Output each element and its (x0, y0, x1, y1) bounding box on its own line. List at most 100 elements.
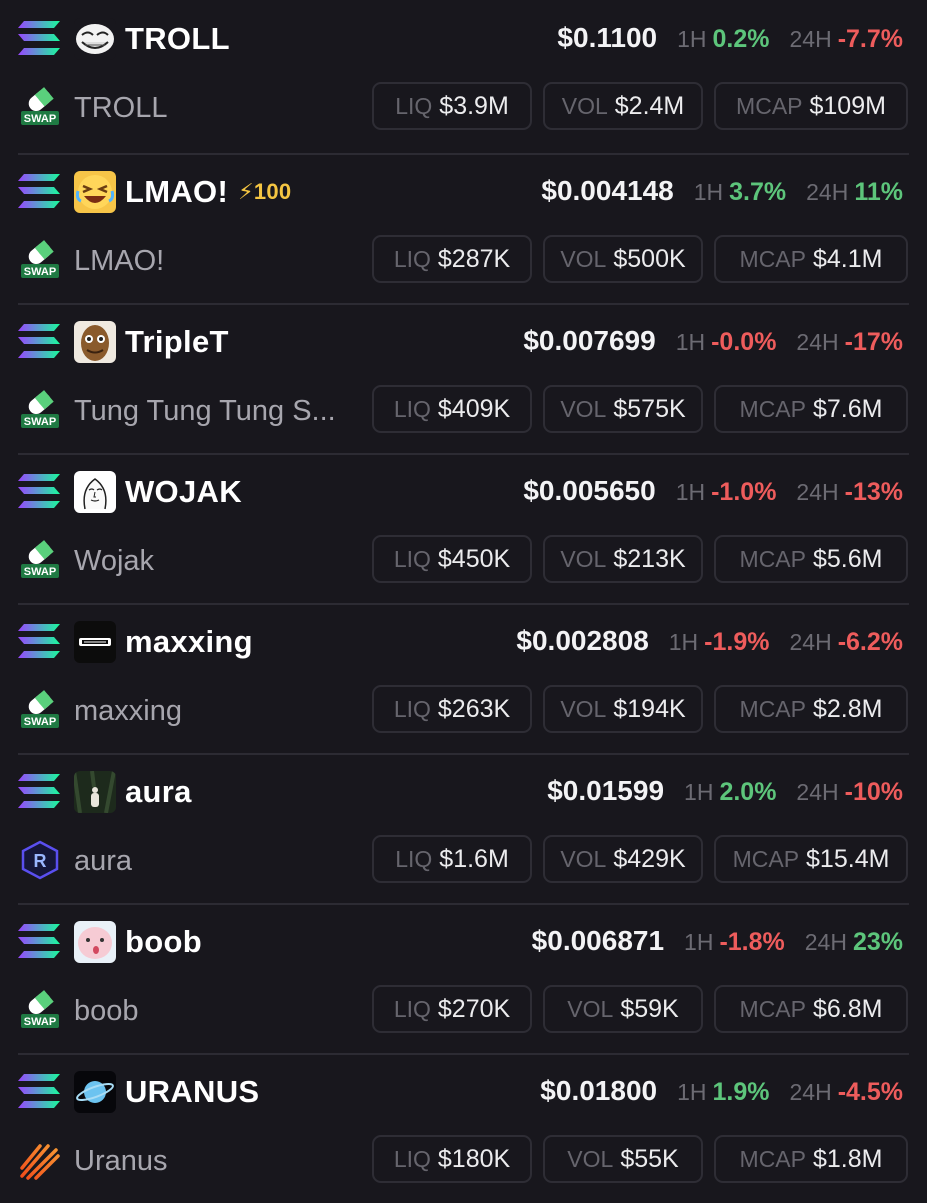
change-24h-label: 24H (789, 26, 832, 52)
liquidity-pill[interactable]: LIQ $450K (372, 535, 532, 583)
liq-value: $450K (437, 544, 511, 573)
change-1h-label: 1H (675, 329, 706, 355)
change-1h-label: 1H (677, 1079, 707, 1105)
mcap-label: MCAP (739, 395, 806, 422)
liq-value: $409K (437, 394, 511, 423)
solana-icon (18, 924, 62, 958)
stats-pills: LIQ $450K VOL $213K MCAP $5.6M (372, 535, 908, 583)
token-row[interactable]: TripleT $0.007699 1H -0.0% 24H -17% SWAP… (0, 303, 927, 453)
token-row[interactable]: LMAO! ⚡100 $0.004148 1H 3.7% 24H 11% SWAP… (0, 153, 927, 303)
vol-label: VOL (567, 1145, 614, 1172)
liquidity-pill[interactable]: LIQ $1.6M (372, 835, 532, 883)
token-symbol: aura (125, 774, 192, 809)
mcap-value: $6.8M (812, 994, 883, 1023)
price-line: $0.006871 1H -1.8% 24H 23% (532, 921, 903, 962)
volume-pill[interactable]: VOL $2.4M (543, 82, 703, 130)
market-cap-pill[interactable]: MCAP $109M (714, 82, 908, 130)
vol-label: VOL (560, 545, 607, 572)
vol-label: VOL (560, 845, 607, 872)
maxxing-logo-icon (74, 621, 116, 663)
mcap-label: MCAP (732, 845, 800, 872)
stats-pills: LIQ $409K VOL $575K MCAP $7.6M (372, 385, 908, 433)
change-24h-label: 24H (789, 1079, 832, 1105)
wooden-figure-icon (74, 321, 116, 363)
change-24h-value: -4.5% (837, 1078, 903, 1106)
mcap-label: MCAP (739, 695, 806, 722)
swap-badge-text: SWAP (24, 566, 56, 578)
swap-badge-text: SWAP (24, 1016, 56, 1028)
meteora-icon (18, 1140, 62, 1180)
swap-badge-text: SWAP (24, 113, 56, 125)
token-symbol: LMAO! (125, 174, 229, 209)
pumpswap-icon: SWAP (18, 540, 62, 580)
change-1h-value: -1.0% (711, 478, 777, 506)
stats-pills: LIQ $3.9M VOL $2.4M MCAP $109M (372, 82, 908, 130)
vol-label: VOL (560, 245, 607, 272)
pink-face-icon (74, 921, 116, 963)
stats-pills: LIQ $180K VOL $55K MCAP $1.8M (372, 1135, 908, 1183)
volume-pill[interactable]: VOL $194K (543, 685, 703, 733)
market-cap-pill[interactable]: MCAP $1.8M (714, 1135, 908, 1183)
liquidity-pill[interactable]: LIQ $3.9M (372, 82, 532, 130)
liquidity-pill[interactable]: LIQ $287K (372, 235, 532, 283)
change-1h-value: -1.8% (719, 928, 785, 956)
change-24h-label: 24H (796, 779, 839, 805)
volume-pill[interactable]: VOL $213K (543, 535, 703, 583)
vol-value: $59K (620, 994, 679, 1023)
liq-label: LIQ (393, 995, 431, 1022)
token-row[interactable]: maxxing $0.002808 1H -1.9% 24H -6.2% SWA… (0, 603, 927, 753)
token-price: $0.01800 (540, 1075, 658, 1106)
token-name: TROLL (74, 92, 168, 124)
mcap-label: MCAP (739, 995, 806, 1022)
market-cap-pill[interactable]: MCAP $4.1M (714, 235, 908, 283)
mcap-label: MCAP (739, 545, 806, 572)
volume-pill[interactable]: VOL $429K (543, 835, 703, 883)
change-24h-value: -6.2% (837, 628, 903, 656)
mcap-value: $7.6M (812, 394, 883, 423)
token-row[interactable]: URANUS $0.01800 1H 1.9% 24H -4.5% Uranus… (0, 1053, 927, 1203)
liq-value: $180K (437, 1144, 511, 1173)
vol-value: $213K (613, 544, 686, 573)
volume-pill[interactable]: VOL $59K (543, 985, 703, 1033)
token-price: $0.006871 (531, 925, 665, 956)
liquidity-pill[interactable]: LIQ $263K (372, 685, 532, 733)
vol-label: VOL (561, 92, 608, 119)
laughing-emoji-icon (74, 171, 116, 213)
solana-icon (18, 474, 62, 508)
market-cap-pill[interactable]: MCAP $2.8M (714, 685, 908, 733)
liquidity-pill[interactable]: LIQ $270K (372, 985, 532, 1033)
token-row[interactable]: TROLL $0.1100 1H 0.2% 24H -7.7% SWAP TRO… (0, 0, 927, 153)
forest-figure-icon (74, 771, 116, 813)
token-row[interactable]: WOJAK $0.005650 1H -1.0% 24H -13% SWAP W… (0, 453, 927, 603)
market-cap-pill[interactable]: MCAP $5.6M (714, 535, 908, 583)
swap-badge-text: SWAP (24, 716, 56, 728)
market-cap-pill[interactable]: MCAP $6.8M (714, 985, 908, 1033)
planet-icon (74, 1071, 116, 1113)
token-row[interactable]: boob $0.006871 1H -1.8% 24H 23% SWAP boo… (0, 903, 927, 1053)
swap-badge-text: SWAP (24, 416, 56, 428)
volume-pill[interactable]: VOL $575K (543, 385, 703, 433)
token-row[interactable]: aura $0.01599 1H 2.0% 24H -10% R aura LI… (0, 753, 927, 903)
token-list: TROLL $0.1100 1H 0.2% 24H -7.7% SWAP TRO… (0, 0, 927, 1203)
change-24h-value: -7.7% (837, 25, 903, 53)
token-price: $0.005650 (523, 475, 656, 506)
solana-icon (18, 624, 62, 658)
wojak-face-icon (74, 471, 116, 513)
price-line: $0.007699 1H -0.0% 24H -17% (523, 321, 903, 362)
liquidity-pill[interactable]: LIQ $180K (372, 1135, 532, 1183)
liq-value: $3.9M (439, 91, 509, 120)
volume-pill[interactable]: VOL $500K (543, 235, 703, 283)
market-cap-pill[interactable]: MCAP $15.4M (714, 835, 908, 883)
solana-icon (18, 174, 62, 208)
stats-pills: LIQ $263K VOL $194K MCAP $2.8M (372, 685, 908, 733)
volume-pill[interactable]: VOL $55K (543, 1135, 703, 1183)
pumpswap-icon: SWAP (18, 240, 62, 280)
liq-label: LIQ (393, 695, 431, 722)
vol-label: VOL (567, 995, 614, 1022)
price-line: $0.01599 1H 2.0% 24H -10% (547, 771, 903, 812)
liquidity-pill[interactable]: LIQ $409K (372, 385, 532, 433)
boost-badge[interactable]: ⚡100 (238, 179, 291, 204)
change-24h-label: 24H (796, 329, 839, 355)
stats-pills: LIQ $270K VOL $59K MCAP $6.8M (372, 985, 908, 1033)
market-cap-pill[interactable]: MCAP $7.6M (714, 385, 908, 433)
